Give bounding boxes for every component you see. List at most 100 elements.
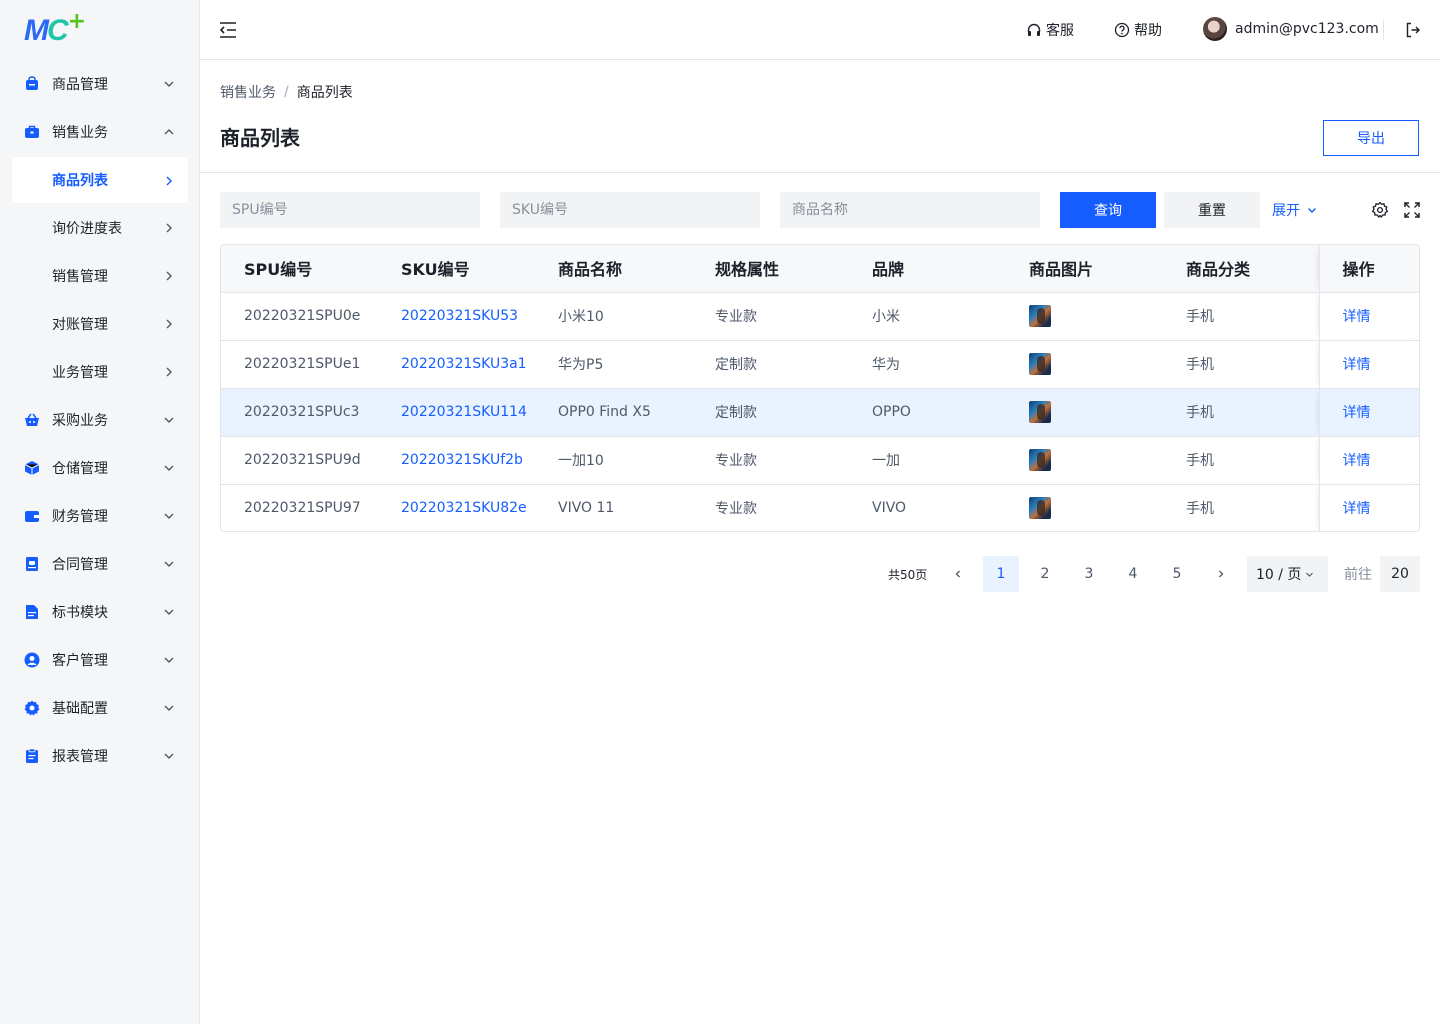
column-header[interactable]: SKU编号 (378, 245, 535, 293)
query-button[interactable]: 查询 (1060, 192, 1156, 228)
spec-cell: 定制款 (692, 340, 849, 389)
spu-search-input[interactable] (220, 192, 480, 228)
sidebar-item-finance[interactable]: 财务管理 (0, 492, 200, 540)
sidebar-item-warehouse[interactable]: 仓储管理 (0, 444, 200, 492)
detail-link[interactable]: 详情 (1343, 309, 1371, 325)
detail-link[interactable]: 详情 (1343, 453, 1371, 469)
sku-search-input[interactable] (500, 192, 760, 228)
reset-button[interactable]: 重置 (1164, 192, 1260, 228)
column-header[interactable]: SPU编号 (221, 245, 378, 293)
sidebar-item-sales[interactable]: 销售业务 (0, 108, 200, 156)
sidebar-item-basic-config[interactable]: 基础配置 (0, 684, 200, 732)
page-button[interactable]: 3 (1071, 556, 1107, 592)
table-row[interactable]: 20220321SPU97 20220321SKU82e VIVO 11 专业款… (221, 484, 1419, 531)
goto-label: 前往 (1344, 567, 1372, 583)
product-thumbnail[interactable] (1029, 401, 1051, 423)
briefcase-icon (24, 124, 40, 140)
column-header[interactable]: 品牌 (849, 245, 1006, 293)
table-row[interactable]: 20220321SPU9d 20220321SKUf2b 一加10 专业款 一加… (221, 436, 1419, 485)
goto-page-input[interactable] (1380, 556, 1420, 592)
prev-page-button[interactable] (940, 556, 976, 592)
wallet-icon (24, 508, 40, 524)
sidebar-menu: 商品管理 销售业务 商品列表 询价进度表 销售管理 对账管理 业务管理 采购业务… (0, 60, 200, 780)
sidebar-item-reconciliation[interactable]: 对账管理 (0, 300, 200, 348)
chevron-left-icon (955, 570, 960, 578)
user-menu[interactable]: admin@pvc123.com (1203, 17, 1379, 41)
column-header[interactable]: 商品图片 (1006, 245, 1163, 293)
detail-link[interactable]: 详情 (1343, 405, 1371, 421)
product-thumbnail[interactable] (1029, 305, 1051, 327)
sidebar-item-tender[interactable]: 标书模块 (0, 588, 200, 636)
category-cell: 手机 (1163, 340, 1319, 389)
box-icon (24, 460, 40, 476)
chevron-down-icon (164, 81, 174, 87)
export-button[interactable]: 导出 (1323, 120, 1419, 156)
sidebar-item-procurement[interactable]: 采购业务 (0, 396, 200, 444)
logout-icon[interactable] (1404, 21, 1422, 39)
app-logo[interactable]: MC + (24, 9, 86, 46)
avatar (1203, 17, 1227, 41)
sku-link[interactable]: 20220321SKU114 (378, 388, 535, 437)
page-size-select[interactable]: 10 / 页 (1247, 556, 1328, 592)
category-cell: 手机 (1163, 436, 1319, 485)
pagination-total: 共50页 (888, 568, 928, 582)
chevron-down-icon (164, 513, 174, 519)
sidebar-item-sales-management[interactable]: 销售管理 (0, 252, 200, 300)
table-row[interactable]: 20220321SPU0e 20220321SKU53 小米10 专业款 小米 … (221, 292, 1419, 341)
chevron-down-icon (1306, 572, 1313, 577)
sidebar-item-reports[interactable]: 报表管理 (0, 732, 200, 780)
name-cell: 小米10 (535, 292, 692, 341)
help-button[interactable]: 帮助 (1114, 19, 1162, 41)
chevron-down-icon (164, 465, 174, 471)
sku-link[interactable]: 20220321SKU3a1 (378, 340, 535, 389)
detail-link[interactable]: 详情 (1343, 357, 1371, 373)
brand-cell: 华为 (849, 340, 1006, 389)
breadcrumb: 销售业务 / 商品列表 (220, 82, 353, 102)
page-button[interactable]: 2 (1027, 556, 1063, 592)
page-button[interactable]: 5 (1159, 556, 1195, 592)
customer-service-button[interactable]: 客服 (1026, 19, 1074, 41)
clipboard-icon (24, 748, 40, 764)
basket-icon (24, 412, 40, 428)
collapse-menu-icon[interactable] (218, 20, 238, 40)
chevron-down-icon (1308, 208, 1316, 213)
sku-link[interactable]: 20220321SKUf2b (378, 436, 535, 485)
sku-link[interactable]: 20220321SKU82e (378, 484, 535, 531)
next-page-button[interactable] (1203, 556, 1239, 592)
spec-cell: 专业款 (715, 501, 757, 518)
sidebar-item-business-management[interactable]: 业务管理 (0, 348, 200, 396)
breadcrumb-parent[interactable]: 销售业务 (220, 82, 276, 102)
chevron-down-icon (164, 753, 174, 759)
product-thumbnail[interactable] (1029, 497, 1051, 520)
sidebar-item-inquiry-progress[interactable]: 询价进度表 (0, 204, 200, 252)
column-header[interactable]: 商品分类 (1163, 245, 1319, 293)
expand-filters-toggle[interactable]: 展开 (1272, 199, 1318, 221)
column-header: 操作 (1318, 245, 1419, 293)
detail-link[interactable]: 详情 (1343, 501, 1371, 517)
sidebar-item-product-list[interactable]: 商品列表 (12, 157, 188, 203)
chevron-right-icon (166, 367, 172, 377)
image-cell (1006, 388, 1163, 437)
sidebar-item-product-management[interactable]: 商品管理 (0, 60, 200, 108)
product-name-input[interactable] (780, 192, 1040, 228)
headset-icon (1027, 23, 1041, 36)
settings-icon[interactable] (1371, 201, 1389, 219)
chevron-up-icon (164, 129, 174, 135)
page-button[interactable]: 4 (1115, 556, 1151, 592)
chevron-down-icon (164, 657, 174, 663)
pagination: 共50页 1 2 3 4 5 10 / 页 前往 (0, 556, 1440, 592)
chevron-down-icon (164, 609, 174, 615)
brand-cell: 一加 (849, 436, 1006, 485)
fullscreen-icon[interactable] (1403, 201, 1421, 219)
product-thumbnail[interactable] (1029, 449, 1051, 471)
page-button[interactable]: 1 (983, 556, 1019, 592)
sku-link[interactable]: 20220321SKU53 (378, 292, 535, 341)
image-cell (1006, 484, 1163, 531)
column-header[interactable]: 商品名称 (535, 245, 692, 293)
section-divider (200, 172, 1440, 173)
table-row[interactable]: 20220321SPUe1 20220321SKU3a1 华为P5 定制款 华为… (221, 340, 1419, 389)
table-row[interactable]: 20220321SPUc3 20220321SKU114 OPP0 Find X… (221, 388, 1419, 437)
sidebar-item-customer[interactable]: 客户管理 (0, 636, 200, 684)
column-header[interactable]: 规格属性 (692, 245, 849, 293)
product-thumbnail[interactable] (1029, 353, 1051, 375)
